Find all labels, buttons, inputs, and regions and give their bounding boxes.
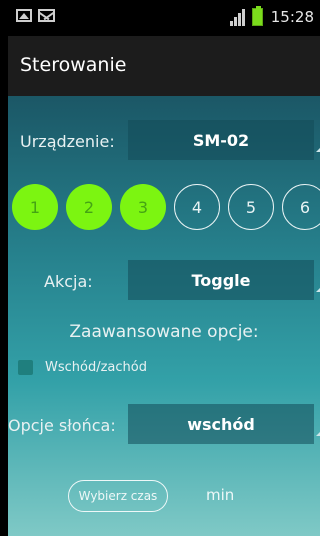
action-spinner-value: Toggle [191,270,251,290]
channel-selector: 1 2 3 4 5 6 [12,184,320,234]
action-label: Akcja: [44,272,93,291]
channel-button-6[interactable]: 6 [282,184,320,230]
advanced-options-title: Zaawansowane opcje: [69,322,259,342]
channel-button-5[interactable]: 5 [228,184,274,230]
channel-button-4[interactable]: 4 [174,184,220,230]
sun-option-spinner[interactable]: wschód [128,404,320,444]
action-spinner[interactable]: Toggle [128,260,320,300]
notification-icons [16,9,55,22]
battery-icon [251,6,263,26]
sun-option-spinner-value: wschód [187,414,255,434]
status-bar: 15:28 [8,0,320,36]
sun-checkbox[interactable] [18,360,33,375]
system-icons: 15:28 [229,6,314,26]
clock: 15:28 [270,8,314,26]
device-spinner-value: SM-02 [192,130,250,150]
channel-button-2[interactable]: 2 [66,184,112,230]
channel-button-3[interactable]: 3 [120,184,166,230]
sun-option-label: Opcje słońca: [8,416,116,435]
channel-button-1[interactable]: 1 [12,184,58,230]
time-unit-label: min [206,486,235,504]
dropdown-triangle-icon [316,146,320,152]
page-title: Sterowanie [20,54,127,76]
main-content: Urządzenie: SM-02 1 2 3 4 5 6 Akcja: Tog… [8,96,320,536]
app-frame: 15:28 Sterowanie Urządzenie: SM-02 1 2 3… [8,0,320,536]
device-label: Urządzenie: [20,132,115,151]
sun-checkbox-label: Wschód/zachód [45,360,147,375]
dropdown-triangle-icon [316,430,320,436]
sun-checkbox-row[interactable]: Wschód/zachód [18,360,147,375]
pick-time-button[interactable]: Wybierz czas [68,480,168,512]
image-notification-icon [16,9,32,22]
signal-icon [229,8,246,26]
action-bar: Sterowanie [8,36,320,96]
mail-notification-icon [38,9,55,22]
device-spinner[interactable]: SM-02 [128,120,320,160]
dropdown-triangle-icon [316,286,320,292]
